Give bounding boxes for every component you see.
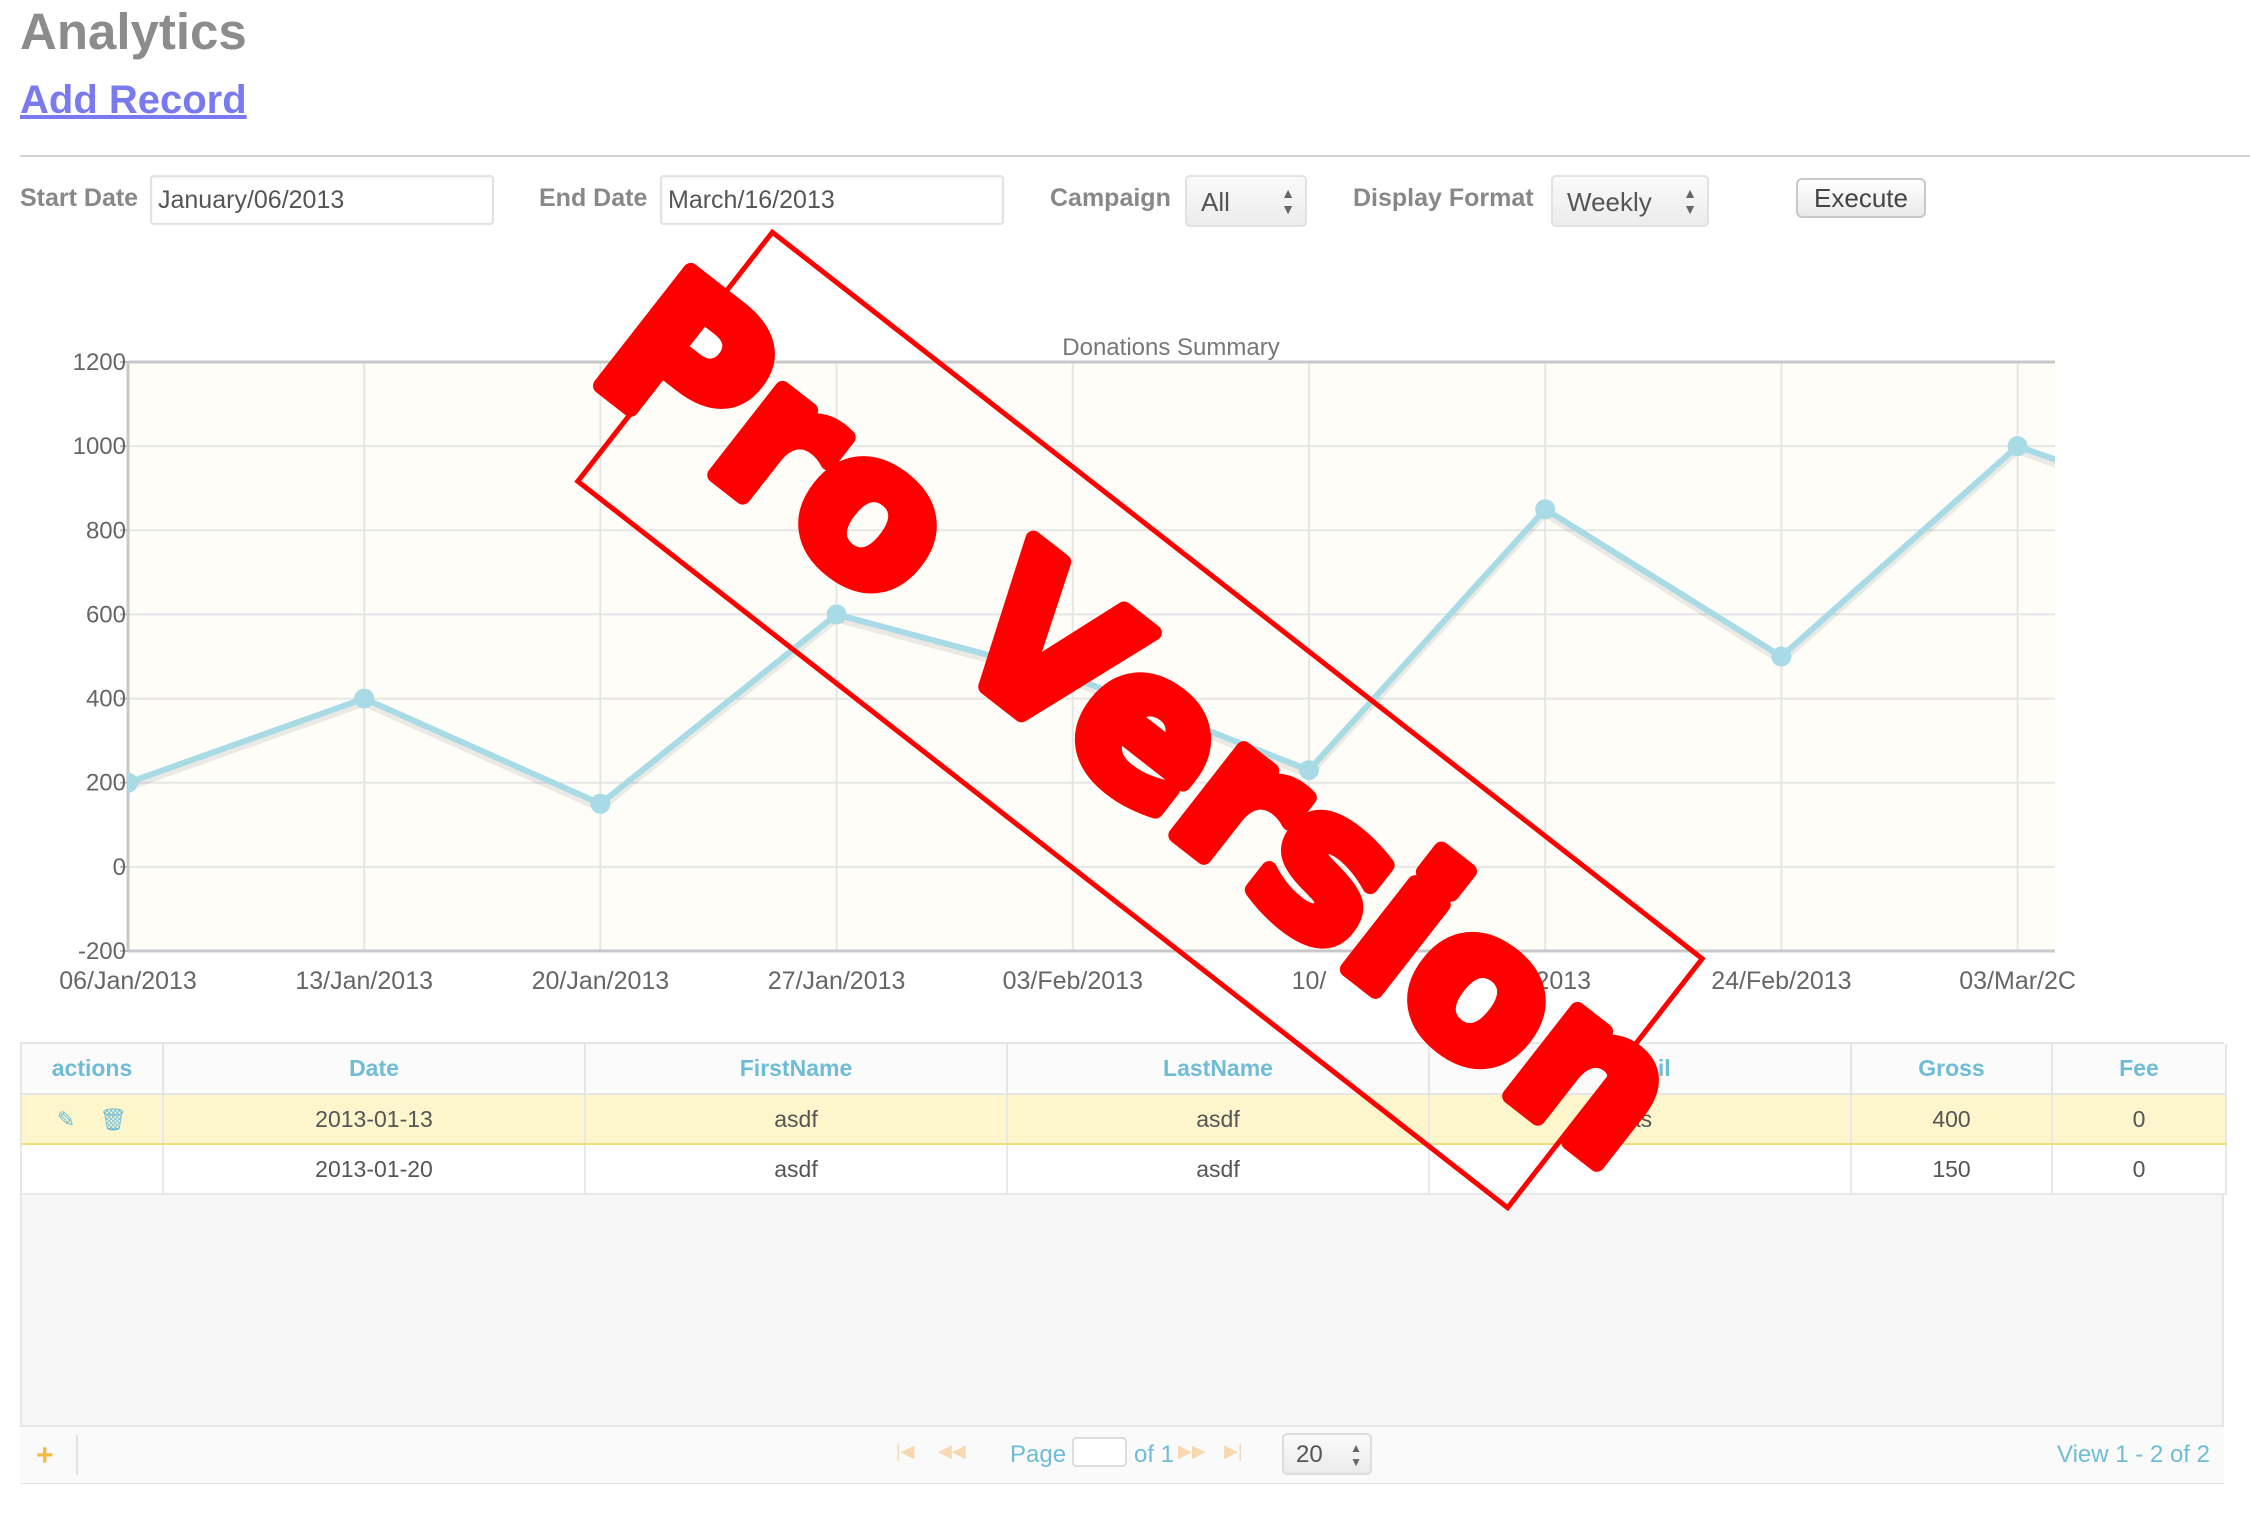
cell-fee: 0 — [2052, 1093, 2227, 1145]
record-count: View 1 - 2 of 2 — [2057, 1441, 2210, 1468]
x-tick-label: Fe 2013 — [1499, 967, 1591, 995]
start-date-input[interactable] — [150, 175, 494, 225]
x-tick-label: 24/Feb/2013 — [1711, 967, 1851, 995]
table-row[interactable]: ✎ 🗑 2013-01-13 asdf asdf as 400 0 — [22, 1093, 2227, 1145]
y-tick-label: 800 — [86, 517, 126, 544]
execute-button[interactable]: Execute — [1796, 178, 1926, 218]
plot-area — [128, 362, 2055, 951]
data-grid: actions Date FirstName LastName Email Gr… — [20, 1042, 2227, 1484]
campaign-select-value: All — [1201, 187, 1230, 217]
column-header-actions[interactable]: actions — [22, 1044, 164, 1095]
row-actions — [22, 1144, 164, 1195]
page-label: Page — [1010, 1441, 1067, 1468]
end-date-input[interactable] — [660, 175, 1004, 225]
campaign-select[interactable]: All ▲ ▼ — [1185, 175, 1307, 227]
cell-firstname: asdf — [585, 1144, 1008, 1195]
page-title: Analytics — [20, 3, 247, 60]
y-tick-label: 0 — [113, 854, 126, 881]
cell-lastname: asdf — [1007, 1144, 1430, 1195]
display-format-select-value: Weekly — [1567, 187, 1652, 217]
select-arrows-icon: ▲ ▼ — [1683, 185, 1697, 217]
y-tick-label: 400 — [86, 686, 126, 713]
cell-gross: 150 — [1851, 1144, 2053, 1195]
donations-chart: Donations Summary 1200 1000 800 600 400 200 0 -… — [59, 334, 2076, 995]
add-row-icon[interactable]: + — [36, 1439, 54, 1473]
x-tick-label: 03/Feb/2013 — [1003, 967, 1143, 995]
display-format-label: Display Format — [1353, 184, 1534, 212]
select-arrows-icon: ▲ ▼ — [1350, 1441, 1362, 1469]
edit-pencil-icon[interactable]: ✎ — [57, 1107, 75, 1133]
row-actions: ✎ 🗑 — [22, 1093, 164, 1145]
rows-per-page-select[interactable]: 20 ▲ ▼ — [1282, 1433, 1372, 1475]
column-header-gross[interactable]: Gross — [1851, 1044, 2053, 1095]
grid-pager: + |◀ ◀◀ Page of 1 ▶▶ ▶| 20 ▲ ▼ View 1 - 2… — [20, 1425, 2224, 1483]
data-point — [1062, 667, 1083, 688]
data-point — [826, 604, 847, 625]
pager-separator — [76, 1435, 78, 1475]
page-number-input[interactable] — [1072, 1437, 1127, 1467]
data-point — [1299, 760, 1319, 781]
cell-lastname: asdf — [1007, 1093, 1430, 1145]
column-header-date[interactable]: Date — [163, 1044, 586, 1095]
x-tick-label: 20/Jan/2013 — [532, 967, 670, 995]
y-tick-label: 1000 — [73, 433, 126, 460]
column-header-lastname[interactable]: LastName — [1007, 1044, 1430, 1095]
column-header-firstname[interactable]: FirstName — [585, 1044, 1008, 1095]
last-page-icon[interactable]: ▶| — [1224, 1441, 1243, 1462]
y-tick-label: 200 — [86, 770, 126, 797]
table-row[interactable]: 2013-01-20 asdf asdf 150 0 — [22, 1144, 2227, 1195]
page-count-label: of 1 — [1134, 1441, 1175, 1468]
chart-title: Donations Summary — [1062, 334, 1279, 361]
column-header-email[interactable]: Email — [1429, 1044, 1852, 1095]
cell-date: 2013-01-13 — [163, 1093, 586, 1145]
prev-page-icon[interactable]: ◀◀ — [938, 1441, 966, 1462]
x-tick-label: 27/Jan/2013 — [768, 967, 906, 995]
campaign-label: Campaign — [1050, 184, 1171, 212]
data-point — [354, 688, 375, 709]
start-date-label: Start Date — [20, 184, 139, 212]
data-point — [2007, 436, 2028, 457]
y-tick-label: -200 — [78, 938, 126, 965]
data-point — [1771, 646, 1792, 667]
cell-email: as — [1429, 1093, 1852, 1145]
x-tick-label: 10/ — [1292, 967, 1327, 995]
y-tick-label: 1200 — [73, 349, 126, 376]
trash-icon[interactable]: 🗑 — [99, 1107, 127, 1133]
add-record-link[interactable]: Add Record — [20, 78, 247, 123]
cell-gross: 400 — [1851, 1093, 2053, 1145]
data-point — [1535, 499, 1556, 520]
y-tick-label: 600 — [86, 601, 126, 628]
x-tick-label: 03/Mar/2C — [1959, 967, 2076, 995]
select-arrows-icon: ▲ ▼ — [1281, 185, 1295, 217]
divider — [20, 155, 2250, 157]
cell-firstname: asdf — [585, 1093, 1008, 1145]
x-tick-label: 13/Jan/2013 — [295, 967, 433, 995]
cell-email — [1429, 1144, 1852, 1195]
cell-date: 2013-01-20 — [163, 1144, 586, 1195]
x-tick-label: 06/Jan/2013 — [59, 967, 197, 995]
rows-per-page-value: 20 — [1296, 1441, 1323, 1468]
end-date-label: End Date — [539, 184, 648, 212]
data-point — [590, 793, 611, 814]
next-page-icon[interactable]: ▶▶ — [1178, 1441, 1206, 1462]
column-header-fee[interactable]: Fee — [2052, 1044, 2227, 1095]
display-format-select[interactable]: Weekly ▲ ▼ — [1551, 175, 1709, 227]
first-page-icon[interactable]: |◀ — [896, 1441, 915, 1462]
cell-fee: 0 — [2052, 1144, 2227, 1195]
